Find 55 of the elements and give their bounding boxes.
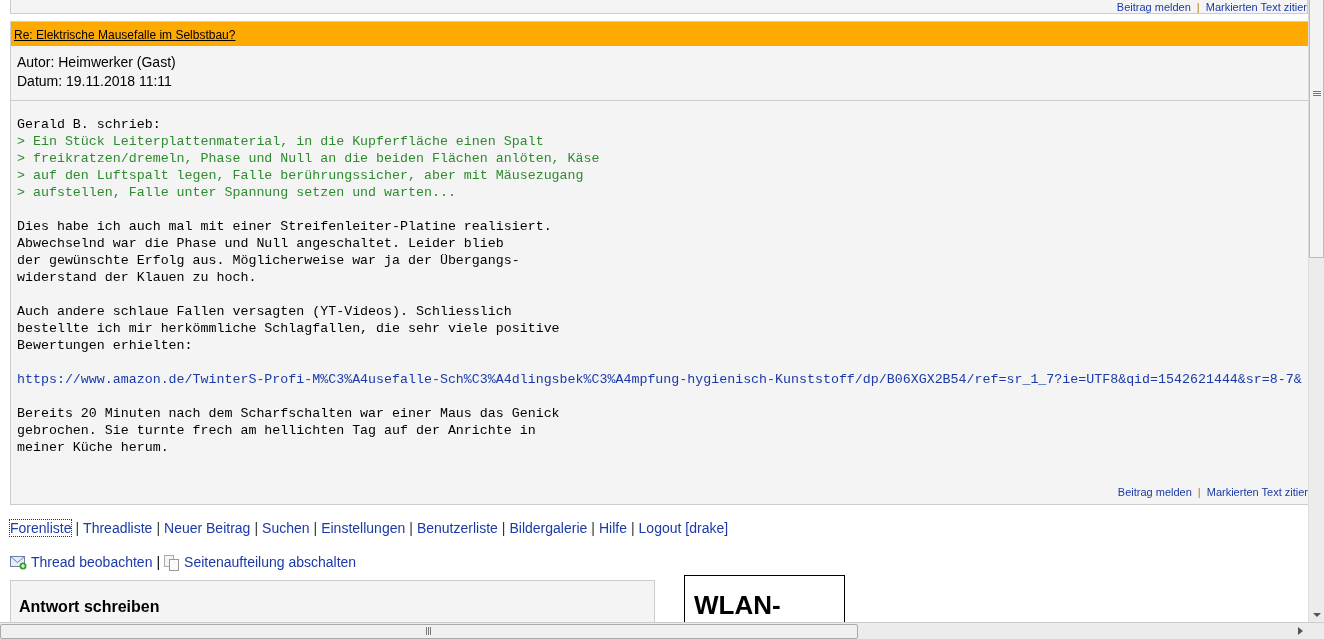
post-action-link[interactable]: Beitrag melden bbox=[1117, 486, 1192, 498]
nav-link[interactable]: Einstellungen bbox=[321, 520, 406, 536]
separator: | bbox=[156, 553, 161, 572]
ad-heading: WLAN- bbox=[694, 591, 782, 619]
post-action-link[interactable]: Markierten Text zitier bbox=[1206, 486, 1308, 498]
separator: | bbox=[409, 520, 413, 536]
grip-icon bbox=[1312, 91, 1321, 97]
body-text-line: Bewertungen erhielten: bbox=[17, 337, 194, 354]
post-meta-text: Autor: Heimwerker (Gast) bbox=[17, 53, 177, 72]
separator: | bbox=[501, 520, 506, 536]
separator: | bbox=[75, 520, 80, 536]
post-title-link[interactable]: Re: Elektrische Mausefalle im Selbstbau? bbox=[14, 28, 236, 42]
pages-icon bbox=[164, 554, 181, 571]
body-text-line: Bereits 20 Minuten nach dem Scharfschalten war einer Maus das Genick bbox=[17, 405, 561, 422]
thread-action-link[interactable]: Seitenaufteilung abschalten bbox=[184, 552, 357, 573]
nav-link[interactable]: Forenliste bbox=[10, 520, 72, 536]
body-text-line: meiner Küche herum. bbox=[17, 439, 170, 456]
separator: | bbox=[254, 520, 259, 536]
quote-line: > aufstellen, Falle unter Spannung setzen und warten... bbox=[17, 184, 457, 201]
body-text-line: Auch andere schlaue Fallen versagten (YT-Videos). Schliesslich bbox=[17, 303, 513, 320]
vertical-scrollbar[interactable] bbox=[1308, 0, 1324, 622]
nav-link[interactable]: Benutzerliste bbox=[416, 520, 498, 536]
scrollbar-thumb[interactable] bbox=[0, 623, 858, 639]
body-text-line: Abwechselnd war die Phase und Null angeschaltet. Leider blieb bbox=[17, 235, 505, 252]
grip-icon bbox=[426, 627, 432, 635]
post-meta-text: Datum: 19.11.2018 11:11 bbox=[17, 72, 173, 91]
scrollbar-thumb[interactable] bbox=[1309, 0, 1324, 258]
nav-link[interactable]: Suchen bbox=[262, 520, 310, 536]
reply-heading: Antwort schreiben bbox=[19, 597, 161, 617]
body-text-line: der gewünschte Erfolg aus. Möglicherweise war ja der Übergangs- bbox=[17, 252, 521, 269]
body-text-line: Dies habe ich auch mal mit einer Streifenleiter-Platine realisiert. bbox=[17, 218, 553, 235]
nav-link[interactable]: Threadliste bbox=[83, 520, 153, 536]
nav-link[interactable]: Logout [drake] bbox=[638, 520, 729, 536]
separator: | bbox=[313, 520, 318, 536]
post-action-link[interactable]: Markierten Text zitier bbox=[1205, 1, 1307, 13]
nav-link[interactable]: Hilfe bbox=[598, 520, 627, 536]
separator: | bbox=[591, 520, 595, 536]
separator: | bbox=[156, 520, 160, 536]
envelope-plus-icon bbox=[10, 555, 27, 570]
quote-line: > Ein Stück Leiterplattenmaterial, in die Kupferfläche einen Spalt bbox=[17, 133, 545, 150]
nav-link[interactable]: Bildergalerie bbox=[509, 520, 588, 536]
body-text-line: gebrochen. Sie turnte frech am hellichten Tag auf der Anrichte in bbox=[17, 422, 537, 439]
separator: | bbox=[1197, 486, 1201, 498]
body-text-line: widerstand der Klauen zu hoch. bbox=[17, 269, 258, 286]
thread-action-link[interactable]: Thread beobachten bbox=[31, 552, 153, 573]
quote-line: > auf den Luftspalt legen, Falle berührungssicher, aber mit Mäusezugang bbox=[17, 167, 585, 184]
separator: | bbox=[1196, 1, 1200, 13]
post-action-link[interactable]: Beitrag melden bbox=[1116, 1, 1191, 13]
url-link[interactable]: https://www.amazon.de/TwinterS-Profi-M%C3%A4usefalle-Sch%C3%A4dlingsbek%C3%A4mpfung-hygienisch-Kunststoff/dp/B06XGX2B54/ref=sr_1_7?ie=UTF8&qid=1542621444&sr=8-7& bbox=[17, 372, 1302, 387]
separator: | bbox=[630, 520, 635, 536]
nav-link[interactable]: Neuer Beitrag bbox=[164, 520, 251, 536]
quote-line: > freikratzen/dremeln, Phase und Null an die beiden Flächen anlöten, Käse bbox=[17, 150, 601, 167]
attribution-text: Gerald B. schrieb: bbox=[17, 116, 162, 133]
body-text-line: bestellte ich mir herkömmliche Schlagfallen, die sehr viele positive bbox=[17, 320, 561, 337]
horizontal-scrollbar[interactable] bbox=[0, 622, 1324, 639]
